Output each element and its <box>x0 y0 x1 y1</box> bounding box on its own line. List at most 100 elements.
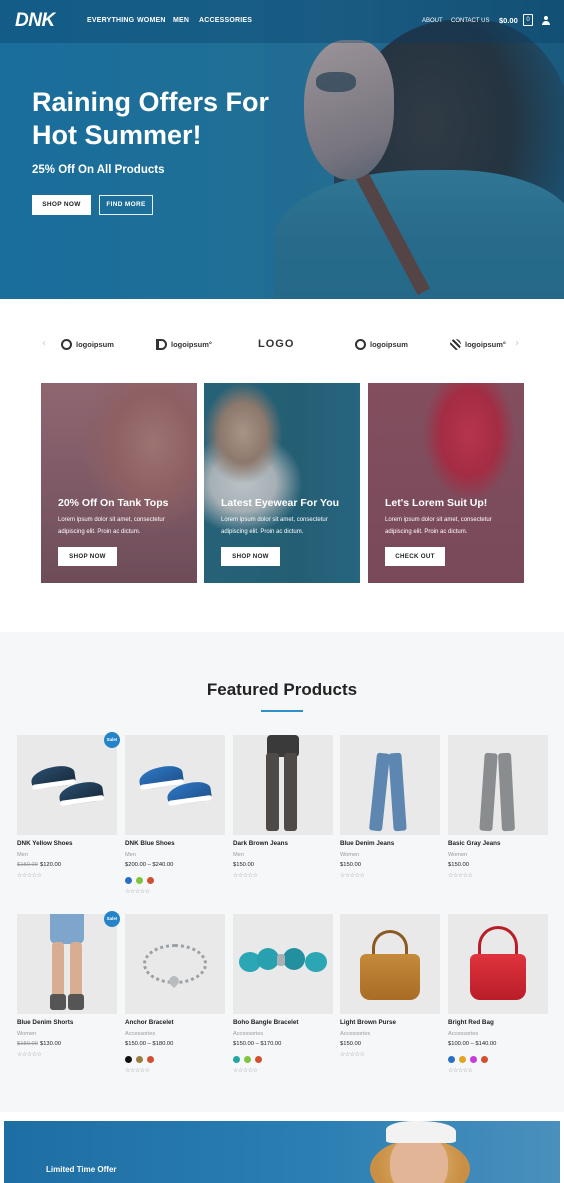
promo-card-tank-tops[interactable]: 20% Off On Tank Tops Lorem ipsum dolor s… <box>41 383 197 583</box>
swatch-bronze[interactable] <box>136 1056 143 1063</box>
nav-men[interactable]: MEN <box>173 17 189 24</box>
product-price: $100.00 – $140.00 <box>448 1041 497 1047</box>
product-category: Women <box>17 1031 37 1037</box>
product-image[interactable] <box>17 735 117 835</box>
rating-stars: ☆☆☆☆☆ <box>448 872 473 879</box>
product-name[interactable]: Anchor Bracelet <box>125 1019 174 1026</box>
half-circle-logo-icon <box>156 338 167 350</box>
product-category: Men <box>125 852 136 858</box>
product-image[interactable] <box>125 914 225 1014</box>
product-image[interactable] <box>448 914 548 1014</box>
product-category: Accessories <box>125 1031 156 1037</box>
promo-card-eyewear[interactable]: Latest Eyewear For You Lorem ipsum dolor… <box>204 383 360 583</box>
promo-text: Lorem ipsum dolor sit amet, consectetur … <box>221 517 328 535</box>
product-name[interactable]: DNK Blue Shoes <box>125 840 175 847</box>
product-price: $150.00 – $180.00 <box>125 1041 174 1047</box>
product-category: Accessories <box>448 1031 479 1037</box>
promo-text: Lorem ipsum dolor sit amet, consectetur … <box>385 517 492 535</box>
brand-logo-3: LOGO <box>258 338 295 350</box>
promo-shop-now-button[interactable]: SHOP NOW <box>58 547 117 566</box>
swatch-yellow[interactable] <box>459 1056 466 1063</box>
product-image[interactable] <box>340 735 440 835</box>
swatch-black[interactable] <box>125 1056 132 1063</box>
product-image[interactable] <box>233 735 333 835</box>
nav-about[interactable]: ABOUT <box>422 18 443 24</box>
product-name[interactable]: Light Brown Purse <box>340 1019 396 1026</box>
nav-everything[interactable]: EVERYTHING <box>87 17 134 24</box>
color-swatches <box>125 1056 154 1063</box>
featured-section <box>0 632 564 1112</box>
promo-card-suit-up[interactable]: Let's Lorem Suit Up! Lorem ipsum dolor s… <box>368 383 524 583</box>
product-category: Women <box>340 852 360 858</box>
product-image[interactable] <box>448 735 548 835</box>
hero-subtitle: 25% Off On All Products <box>32 164 165 176</box>
product-image[interactable] <box>340 914 440 1014</box>
rating-stars: ☆☆☆☆☆ <box>448 1067 473 1074</box>
rating-stars: ☆☆☆☆☆ <box>17 1051 42 1058</box>
rating-stars: ☆☆☆☆☆ <box>17 872 42 879</box>
hero-title: Raining Offers For Hot Summer! <box>32 87 270 150</box>
product-price: $150.00 – $170.00 <box>233 1041 282 1047</box>
product-price: $200.00 – $240.00 <box>125 862 174 868</box>
product-name[interactable]: Blue Denim Jeans <box>340 840 394 847</box>
find-more-button[interactable]: FIND MORE <box>99 195 153 215</box>
brand-logo-5: logoipsum° <box>450 337 506 351</box>
swatch-green[interactable] <box>244 1056 251 1063</box>
sale-badge: Sale! <box>104 732 120 748</box>
promo-title: Let's Lorem Suit Up! <box>385 497 488 509</box>
user-icon[interactable] <box>542 16 550 26</box>
product-image[interactable] <box>233 914 333 1014</box>
brands-prev-arrow-icon[interactable]: ‹ <box>42 338 46 349</box>
swatch-red[interactable] <box>255 1056 262 1063</box>
swatch-purple[interactable] <box>470 1056 477 1063</box>
product-image[interactable] <box>125 735 225 835</box>
swatch-red[interactable] <box>481 1056 488 1063</box>
hero-section: DNK EVERYTHING WOMEN MEN ACCESSORIES ABO… <box>0 0 564 299</box>
promo-title: 20% Off On Tank Tops <box>58 497 169 509</box>
brand-logo-2: logoipsum° <box>156 337 212 351</box>
swatch-green[interactable] <box>136 877 143 884</box>
product-category: Accessories <box>233 1031 264 1037</box>
nav-accessories[interactable]: ACCESSORIES <box>199 17 252 24</box>
swatch-red[interactable] <box>147 877 154 884</box>
rating-stars: ☆☆☆☆☆ <box>125 1067 150 1074</box>
grid-logo-icon <box>450 338 461 350</box>
product-category: Men <box>17 852 28 858</box>
cart-icon[interactable]: 0 <box>523 14 533 26</box>
promo-title: Latest Eyewear For You <box>221 497 340 509</box>
color-swatches <box>125 877 154 884</box>
product-name[interactable]: Basic Gray Jeans <box>448 840 501 847</box>
featured-title: Featured Products <box>206 680 358 699</box>
swatch-blue[interactable] <box>448 1056 455 1063</box>
product-name[interactable]: DNK Yellow Shoes <box>17 840 73 847</box>
swatch-red[interactable] <box>147 1056 154 1063</box>
rating-stars: ☆☆☆☆☆ <box>125 888 150 895</box>
circle-slash-logo-icon <box>61 338 72 350</box>
swatch-blue[interactable] <box>125 877 132 884</box>
promo-check-out-button[interactable]: CHECK OUT <box>385 547 445 566</box>
rating-stars: ☆☆☆☆☆ <box>340 1051 365 1058</box>
cart-amount[interactable]: $0.00 <box>499 16 518 25</box>
hero-model-image <box>264 0 564 299</box>
featured-title-underline <box>261 710 303 712</box>
rating-stars: ☆☆☆☆☆ <box>233 872 258 879</box>
site-logo[interactable]: DNK <box>15 10 55 32</box>
shop-now-button[interactable]: SHOP NOW <box>32 195 91 215</box>
brands-next-arrow-icon[interactable]: › <box>515 338 519 349</box>
banner-text: Limited Time Offer <box>46 1165 117 1174</box>
product-category: Women <box>448 852 468 858</box>
nav-women[interactable]: WOMEN <box>137 17 166 24</box>
product-name[interactable]: Bright Red Bag <box>448 1019 494 1026</box>
product-price: $150.00 <box>233 862 254 868</box>
circle-logo-icon <box>355 338 366 350</box>
product-price: $150.00 $120.00 <box>17 862 61 868</box>
swatch-teal[interactable] <box>233 1056 240 1063</box>
product-name[interactable]: Blue Denim Shorts <box>17 1019 73 1026</box>
nav-contact[interactable]: CONTACT US <box>451 18 489 24</box>
product-image[interactable] <box>17 914 117 1014</box>
sale-badge: Sale! <box>104 911 120 927</box>
promo-shop-now-button[interactable]: SHOP NOW <box>221 547 280 566</box>
brand-logo-1: logoipsum <box>61 337 114 351</box>
product-name[interactable]: Dark Brown Jeans <box>233 840 288 847</box>
product-name[interactable]: Boho Bangle Bracelet <box>233 1019 298 1026</box>
